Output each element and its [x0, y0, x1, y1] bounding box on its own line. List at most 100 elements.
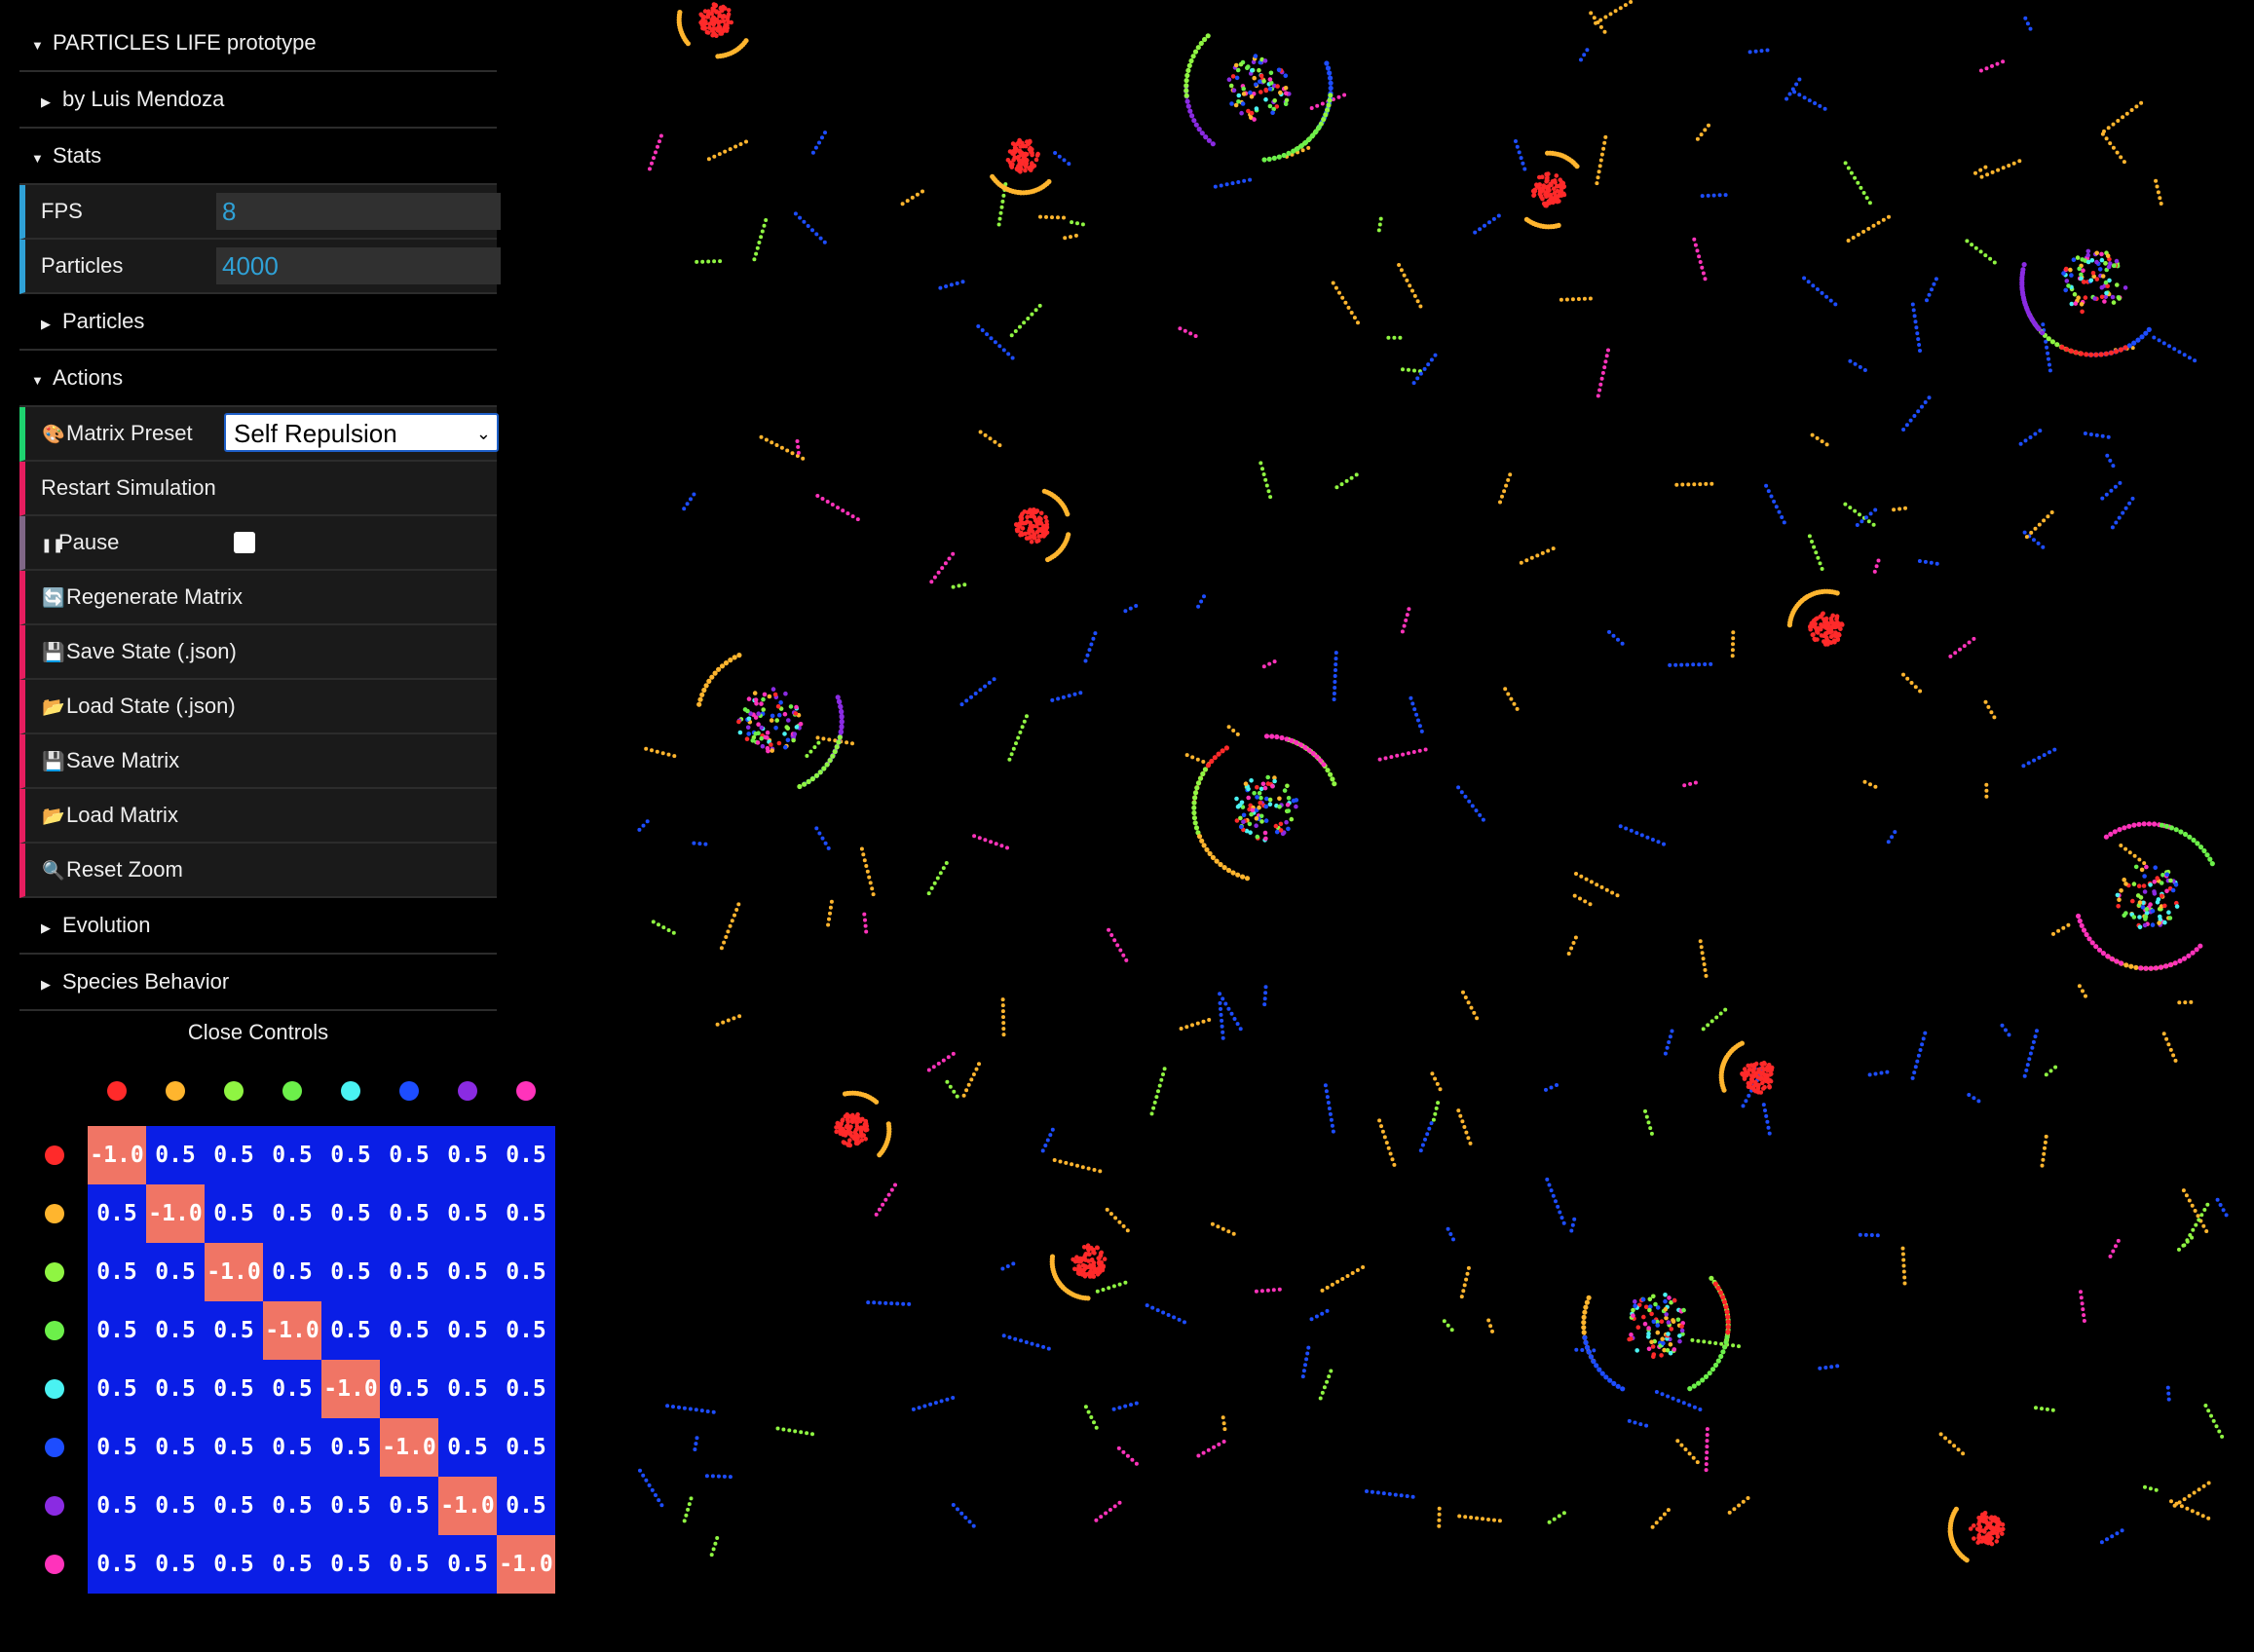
- matrix-cell[interactable]: 0.5: [380, 1301, 438, 1360]
- pause-row: ❚❚Pause: [19, 516, 497, 571]
- matrix-cell[interactable]: 0.5: [205, 1360, 263, 1418]
- matrix-cell[interactable]: 0.5: [263, 1360, 321, 1418]
- matrix-cell[interactable]: 0.5: [263, 1535, 321, 1594]
- matrix-cell[interactable]: 0.5: [321, 1243, 380, 1301]
- matrix-cell[interactable]: 0.5: [146, 1477, 205, 1535]
- matrix-cell[interactable]: 0.5: [497, 1301, 555, 1360]
- matrix-cell[interactable]: -1.0: [205, 1243, 263, 1301]
- matrix-cell[interactable]: 0.5: [438, 1126, 497, 1184]
- matrix-cell[interactable]: 0.5: [263, 1418, 321, 1477]
- caret-down-icon: ▼: [31, 38, 44, 53]
- matrix-cell[interactable]: -1.0: [263, 1301, 321, 1360]
- close-controls-button[interactable]: Close Controls: [19, 1011, 497, 1054]
- matrix-cell[interactable]: 0.5: [438, 1243, 497, 1301]
- palette-icon: 🎨: [42, 425, 65, 445]
- controls-panel: ▼ PARTICLES LIFE prototype ▶ by Luis Mendo…: [19, 16, 501, 1054]
- matrix-cell[interactable]: 0.5: [321, 1301, 380, 1360]
- matrix-cell[interactable]: 0.5: [88, 1360, 146, 1418]
- matrix-cell[interactable]: 0.5: [321, 1126, 380, 1184]
- matrix-cell[interactable]: -1.0: [321, 1360, 380, 1418]
- species-column-dot: [516, 1081, 536, 1101]
- matrix-cell[interactable]: 0.5: [263, 1477, 321, 1535]
- species-row-dot: [45, 1438, 64, 1457]
- matrix-cell[interactable]: 0.5: [321, 1418, 380, 1477]
- load-matrix-button[interactable]: 📂Load Matrix: [19, 789, 497, 844]
- matrix-cell[interactable]: 0.5: [497, 1418, 555, 1477]
- matrix-cell[interactable]: 0.5: [438, 1184, 497, 1243]
- matrix-cell[interactable]: 0.5: [146, 1360, 205, 1418]
- matrix-cell[interactable]: 0.5: [380, 1360, 438, 1418]
- matrix-cell[interactable]: 0.5: [146, 1243, 205, 1301]
- reset-zoom-button[interactable]: 🔍Reset Zoom: [19, 844, 497, 898]
- matrix-cell[interactable]: 0.5: [263, 1243, 321, 1301]
- matrix-cell[interactable]: 0.5: [321, 1477, 380, 1535]
- load-state-button[interactable]: 📂Load State (.json): [19, 680, 497, 734]
- matrix-cell[interactable]: -1.0: [146, 1184, 205, 1243]
- matrix-cell[interactable]: 0.5: [497, 1126, 555, 1184]
- matrix-cell[interactable]: 0.5: [205, 1184, 263, 1243]
- caret-right-icon: ▶: [41, 317, 51, 331]
- pause-checkbox[interactable]: [234, 532, 255, 553]
- matrix-cell[interactable]: 0.5: [438, 1535, 497, 1594]
- matrix-cell[interactable]: 0.5: [497, 1477, 555, 1535]
- folder-author[interactable]: ▶ by Luis Mendoza: [19, 72, 497, 129]
- matrix-cell[interactable]: 0.5: [146, 1301, 205, 1360]
- particles-count-row: Particles 4000: [19, 240, 501, 294]
- matrix-cell[interactable]: 0.5: [321, 1184, 380, 1243]
- save-state-button[interactable]: 💾Save State (.json): [19, 625, 497, 680]
- folder-particles[interactable]: ▶ Particles: [19, 294, 497, 351]
- matrix-cell[interactable]: 0.5: [88, 1184, 146, 1243]
- matrix-cell[interactable]: -1.0: [380, 1418, 438, 1477]
- matrix-cell[interactable]: 0.5: [497, 1243, 555, 1301]
- matrix-cell[interactable]: 0.5: [380, 1126, 438, 1184]
- species-column-dot: [224, 1081, 244, 1101]
- matrix-cell[interactable]: 0.5: [380, 1535, 438, 1594]
- matrix-cell[interactable]: 0.5: [88, 1243, 146, 1301]
- matrix-cell[interactable]: 0.5: [380, 1477, 438, 1535]
- folder-stats[interactable]: ▼ Stats: [19, 129, 497, 185]
- folder-particles-life[interactable]: ▼ PARTICLES LIFE prototype: [19, 16, 497, 72]
- particles-field[interactable]: 4000: [216, 247, 501, 284]
- matrix-cell[interactable]: 0.5: [497, 1184, 555, 1243]
- species-column-dot: [282, 1081, 302, 1101]
- fps-field[interactable]: 8: [216, 193, 501, 230]
- matrix-cell[interactable]: 0.5: [321, 1535, 380, 1594]
- matrix-cell[interactable]: 0.5: [205, 1418, 263, 1477]
- matrix-cell[interactable]: 0.5: [205, 1477, 263, 1535]
- regenerate-matrix-button[interactable]: 🔄Regenerate Matrix: [19, 571, 497, 625]
- matrix-cell[interactable]: 0.5: [88, 1301, 146, 1360]
- matrix-cell[interactable]: 0.5: [146, 1418, 205, 1477]
- species-row-dot: [45, 1555, 64, 1574]
- matrix-cell[interactable]: 0.5: [380, 1184, 438, 1243]
- matrix-cell[interactable]: 0.5: [438, 1418, 497, 1477]
- species-behavior-label: Species Behavior: [62, 969, 230, 994]
- matrix-cell[interactable]: -1.0: [438, 1477, 497, 1535]
- matrix-cell[interactable]: 0.5: [205, 1301, 263, 1360]
- fps-row: FPS 8: [19, 185, 501, 240]
- matrix-preset-select[interactable]: Self Repulsion ⌄: [224, 413, 499, 452]
- folder-actions[interactable]: ▼ Actions: [19, 351, 497, 407]
- particles-label: Particles: [41, 253, 124, 278]
- species-column-dot: [399, 1081, 419, 1101]
- matrix-cell[interactable]: 0.5: [497, 1360, 555, 1418]
- matrix-cell[interactable]: 0.5: [438, 1301, 497, 1360]
- matrix-cell[interactable]: 0.5: [146, 1535, 205, 1594]
- matrix-cell[interactable]: 0.5: [263, 1184, 321, 1243]
- species-row-dot: [45, 1379, 64, 1399]
- matrix-cell[interactable]: 0.5: [88, 1535, 146, 1594]
- restart-simulation-button[interactable]: Restart Simulation: [19, 462, 497, 516]
- matrix-cell[interactable]: 0.5: [88, 1477, 146, 1535]
- matrix-cell[interactable]: 0.5: [88, 1418, 146, 1477]
- matrix-cell[interactable]: -1.0: [88, 1126, 146, 1184]
- matrix-cell[interactable]: 0.5: [263, 1126, 321, 1184]
- folder-evolution[interactable]: ▶ Evolution: [19, 898, 497, 955]
- matrix-cell[interactable]: 0.5: [205, 1535, 263, 1594]
- save-matrix-button[interactable]: 💾Save Matrix: [19, 734, 497, 789]
- matrix-cell[interactable]: 0.5: [146, 1126, 205, 1184]
- folder-species-behavior[interactable]: ▶ Species Behavior: [19, 955, 497, 1011]
- caret-down-icon: ▼: [31, 373, 44, 388]
- matrix-cell[interactable]: 0.5: [205, 1126, 263, 1184]
- matrix-cell[interactable]: 0.5: [380, 1243, 438, 1301]
- matrix-cell[interactable]: 0.5: [438, 1360, 497, 1418]
- matrix-cell[interactable]: -1.0: [497, 1535, 555, 1594]
